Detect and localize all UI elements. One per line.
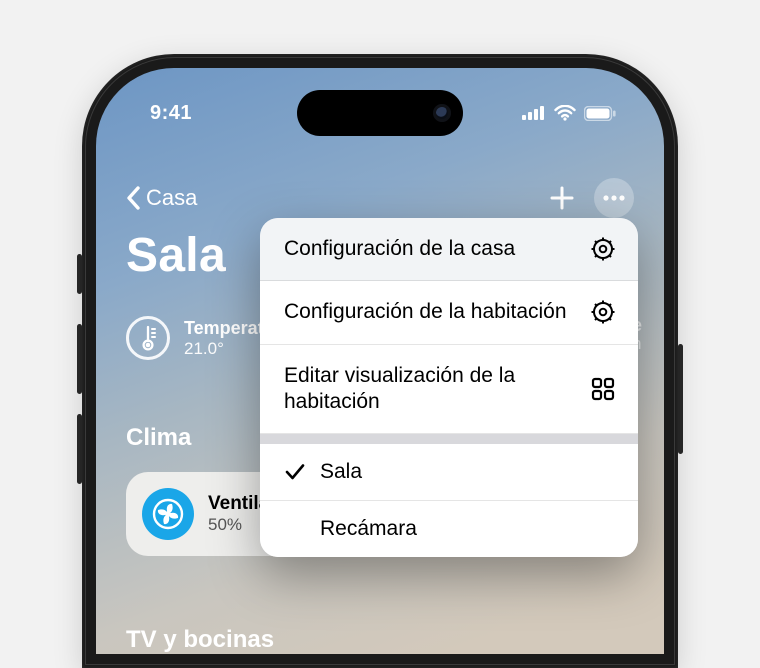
- menu-room-label: Recámara: [320, 517, 417, 541]
- side-button: [77, 414, 82, 484]
- screen: 9:41 Casa: [96, 68, 664, 654]
- gear-icon: [590, 237, 616, 261]
- temperature-widget[interactable]: Temperatu 21.0°: [126, 316, 275, 360]
- menu-room-sala[interactable]: Sala: [260, 444, 638, 500]
- menu-item-edit-view[interactable]: Editar visualización de la habitación: [260, 345, 638, 435]
- side-button: [77, 324, 82, 394]
- add-button[interactable]: [548, 184, 576, 212]
- section-tv: TV y bocinas: [126, 626, 274, 654]
- menu-room-recamara[interactable]: Recámara: [260, 500, 638, 557]
- nav-bar: Casa: [96, 178, 664, 218]
- context-menu: Configuración de la casa Configuración d…: [260, 218, 638, 557]
- fan-icon: [142, 488, 194, 540]
- section-climate: Clima: [126, 424, 191, 452]
- page-title: Sala: [126, 228, 226, 283]
- wifi-icon: [554, 105, 576, 121]
- menu-item-home-settings[interactable]: Configuración de la casa: [260, 218, 638, 281]
- side-button: [77, 254, 82, 294]
- menu-separator: [260, 434, 638, 444]
- more-button[interactable]: [594, 178, 634, 218]
- menu-room-label: Sala: [320, 460, 362, 484]
- grid-icon: [590, 377, 616, 401]
- phone-frame: 9:41 Casa: [82, 54, 678, 668]
- gear-icon: [590, 300, 616, 324]
- status-bar: 9:41: [96, 98, 664, 128]
- chevron-left-icon: [126, 186, 142, 210]
- cellular-icon: [522, 106, 546, 120]
- back-label: Casa: [146, 185, 197, 211]
- checkmark-icon: [284, 463, 306, 481]
- thermometer-icon: [126, 316, 170, 360]
- battery-icon: [584, 106, 616, 121]
- menu-item-room-settings[interactable]: Configuración de la habitación: [260, 281, 638, 344]
- back-button[interactable]: Casa: [126, 185, 197, 211]
- side-button: [678, 344, 683, 454]
- status-time: 9:41: [150, 102, 192, 125]
